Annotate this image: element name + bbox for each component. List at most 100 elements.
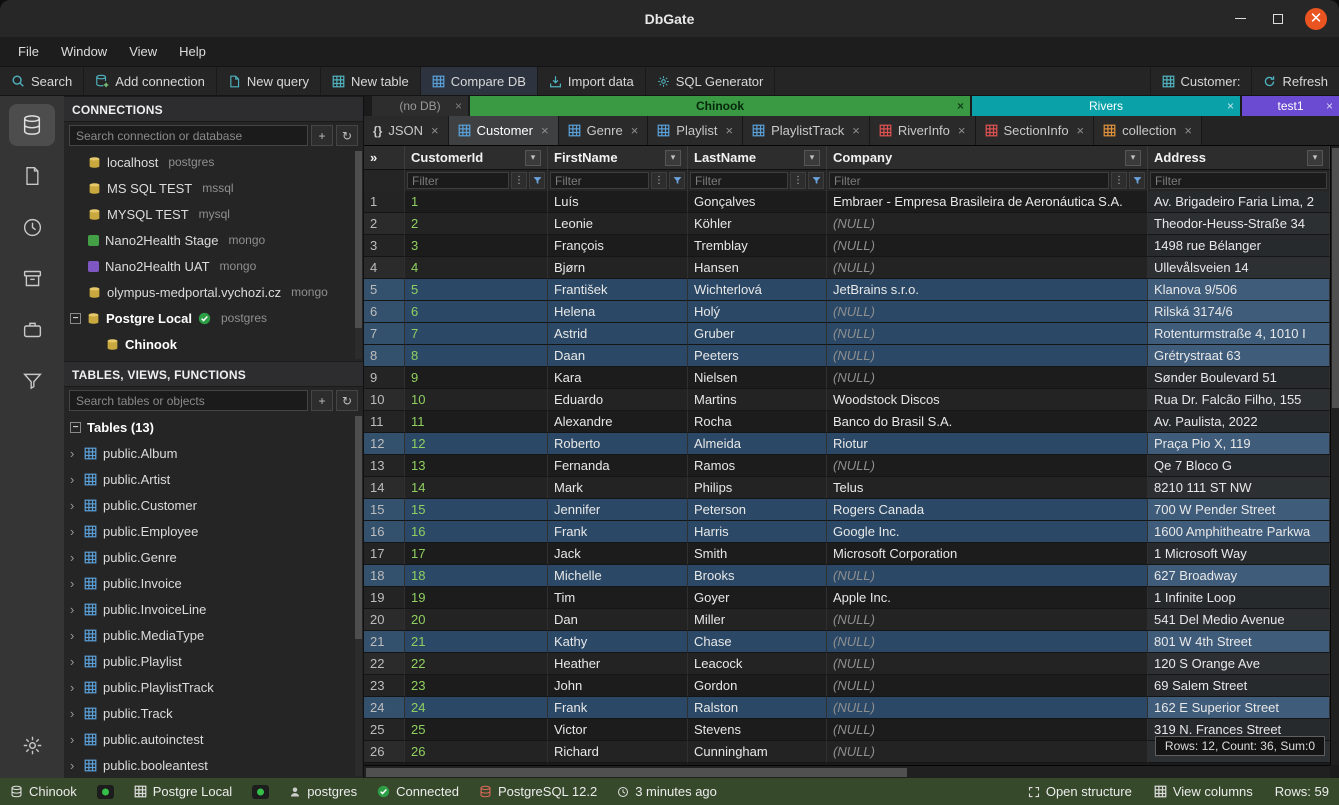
table-row[interactable]: 88DaanPeeters(NULL)Grétrystraat 63 xyxy=(364,345,1330,367)
table-item-public-customer[interactable]: ›public.Customer xyxy=(64,492,363,518)
data-cell[interactable]: (NULL) xyxy=(827,455,1148,477)
data-cell[interactable]: Av. Paulista, 2022 xyxy=(1148,411,1330,433)
filter-menu-icon[interactable]: ⋮ xyxy=(511,172,527,189)
data-cell[interactable]: Jennifer xyxy=(548,499,688,521)
table-row[interactable]: 22LeonieKöhler(NULL)Theodor-Heuss-Straße… xyxy=(364,213,1330,235)
toolbar-new-table-button[interactable]: New table xyxy=(321,67,421,95)
data-cell[interactable]: Sønder Boulevard 51 xyxy=(1148,367,1330,389)
data-cell[interactable]: 16 xyxy=(405,521,548,543)
tab-genre[interactable]: Genre× xyxy=(559,116,649,145)
data-cell[interactable]: Tim xyxy=(548,587,688,609)
table-row[interactable]: 1414MarkPhilipsTelus8210 111 ST NW xyxy=(364,477,1330,499)
data-cell[interactable]: 162 E Superior Street xyxy=(1148,697,1330,719)
data-cell[interactable]: (NULL) xyxy=(827,367,1148,389)
connections-scrollbar[interactable] xyxy=(355,151,362,359)
column-header-customerid[interactable]: CustomerId▾ xyxy=(405,146,548,170)
close-icon[interactable]: × xyxy=(1326,99,1333,113)
vertical-scrollbar-thumb[interactable] xyxy=(1332,148,1339,408)
row-number-cell[interactable]: 6 xyxy=(364,301,405,323)
table-row[interactable]: 1515JenniferPetersonRogers Canada700 W P… xyxy=(364,499,1330,521)
data-cell[interactable]: Rotenturmstraße 4, 1010 I xyxy=(1148,323,1330,345)
data-cell[interactable]: (NULL) xyxy=(827,213,1148,235)
data-cell[interactable]: Theodor-Heuss-Straße 34 xyxy=(1148,213,1330,235)
add-table-plus-button[interactable]: + xyxy=(311,390,333,411)
data-cell[interactable]: (NULL) xyxy=(827,301,1148,323)
data-cell[interactable]: Praça Pio X, 119 xyxy=(1148,433,1330,455)
status-open-structure[interactable]: Open structure xyxy=(1028,784,1132,799)
row-number-cell[interactable]: 23 xyxy=(364,675,405,697)
row-number-cell[interactable]: 9 xyxy=(364,367,405,389)
data-cell[interactable]: Qe 7 Bloco G xyxy=(1148,455,1330,477)
close-icon[interactable]: × xyxy=(631,123,639,138)
data-cell[interactable]: 541 Del Medio Avenue xyxy=(1148,609,1330,631)
table-row[interactable]: 1010EduardoMartinsWoodstock DiscosRua Dr… xyxy=(364,389,1330,411)
close-icon[interactable]: × xyxy=(725,123,733,138)
data-cell[interactable]: Miller xyxy=(688,609,827,631)
data-cell[interactable]: Rogers Canada xyxy=(827,499,1148,521)
data-cell[interactable]: Kathy xyxy=(548,631,688,653)
data-cell[interactable]: Victor xyxy=(548,719,688,741)
data-cell[interactable]: Gruber xyxy=(688,323,827,345)
filter-menu-icon[interactable]: ⋮ xyxy=(651,172,667,189)
data-cell[interactable]: Alexandre xyxy=(548,411,688,433)
row-number-cell[interactable]: 7 xyxy=(364,323,405,345)
data-cell[interactable]: 24 xyxy=(405,697,548,719)
connection-item-olympus-medportal-vychozi-cz[interactable]: olympus-medportal.vychozi.czmongo xyxy=(64,279,363,305)
row-number-cell[interactable]: 19 xyxy=(364,587,405,609)
table-row[interactable]: 2424FrankRalston(NULL)162 E Superior Str… xyxy=(364,697,1330,719)
table-item-public-track[interactable]: ›public.Track xyxy=(64,700,363,726)
data-cell[interactable]: Luís xyxy=(548,191,688,213)
tables-scrollbar-thumb[interactable] xyxy=(355,416,362,639)
data-cell[interactable]: Tremblay xyxy=(688,235,827,257)
tab-collection[interactable]: collection× xyxy=(1094,116,1202,145)
data-cell[interactable]: Av. Brigadeiro Faria Lima, 2 xyxy=(1148,191,1330,213)
filter-input-customerid[interactable] xyxy=(407,172,509,189)
connection-item-nano2health-stage[interactable]: Nano2Health Stagemongo xyxy=(64,227,363,253)
data-cell[interactable]: Grétrystraat 63 xyxy=(1148,345,1330,367)
data-cell[interactable]: 700 W Pender Street xyxy=(1148,499,1330,521)
toolbar-compare-db-button[interactable]: Compare DB xyxy=(421,67,538,95)
data-cell[interactable]: Astrid xyxy=(548,323,688,345)
row-number-cell[interactable]: 8 xyxy=(364,345,405,367)
column-header-company[interactable]: Company▾ xyxy=(827,146,1148,170)
data-cell[interactable]: Kara xyxy=(548,367,688,389)
status-view-columns[interactable]: View columns xyxy=(1154,784,1253,799)
close-icon[interactable]: × xyxy=(1227,99,1234,113)
table-row[interactable]: 2323JohnGordon(NULL)69 Salem Street xyxy=(364,675,1330,697)
toolbar-refresh-button[interactable]: Refresh xyxy=(1251,67,1339,95)
data-cell[interactable]: Martins xyxy=(688,389,827,411)
data-cell[interactable]: (NULL) xyxy=(827,323,1148,345)
data-cell[interactable]: Klanova 9/506 xyxy=(1148,279,1330,301)
collapse-icon[interactable]: − xyxy=(70,422,81,433)
row-number-cell[interactable]: 3 xyxy=(364,235,405,257)
data-cell[interactable]: Rua Dr. Falcão Filho, 155 xyxy=(1148,389,1330,411)
data-cell[interactable]: Frank xyxy=(548,697,688,719)
data-cell[interactable]: František xyxy=(548,279,688,301)
table-item-public-invoiceline[interactable]: ›public.InvoiceLine xyxy=(64,596,363,622)
data-cell[interactable]: Telus xyxy=(827,477,1148,499)
data-cell[interactable]: 801 W 4th Street xyxy=(1148,631,1330,653)
data-cell[interactable]: 23 xyxy=(405,675,548,697)
data-cell[interactable]: 6 xyxy=(405,301,548,323)
sidebar-item-files[interactable] xyxy=(9,155,55,197)
menu-item-file[interactable]: File xyxy=(8,40,49,63)
table-item-public-autoinctest[interactable]: ›public.autoinctest xyxy=(64,726,363,752)
row-number-cell[interactable]: 2 xyxy=(364,213,405,235)
data-cell[interactable]: Leonie xyxy=(548,213,688,235)
data-cell[interactable]: Wichterlová xyxy=(688,279,827,301)
row-number-cell[interactable]: 26 xyxy=(364,741,405,763)
sidebar-item-database[interactable] xyxy=(9,104,55,146)
row-number-cell[interactable]: 10 xyxy=(364,389,405,411)
data-cell[interactable]: (NULL) xyxy=(827,345,1148,367)
connections-search-input[interactable] xyxy=(69,125,308,146)
table-row[interactable]: 11LuísGonçalvesEmbraer - Empresa Brasile… xyxy=(364,191,1330,213)
data-cell[interactable]: Eduardo xyxy=(548,389,688,411)
table-row[interactable]: 55FrantišekWichterlováJetBrains s.r.o.Kl… xyxy=(364,279,1330,301)
data-cell[interactable]: Ralston xyxy=(688,697,827,719)
data-cell[interactable]: Heather xyxy=(548,653,688,675)
row-number-cell[interactable]: 4 xyxy=(364,257,405,279)
collapse-icon[interactable]: − xyxy=(70,313,81,324)
data-cell[interactable]: François xyxy=(548,235,688,257)
data-cell[interactable]: 2 xyxy=(405,213,548,235)
table-row[interactable]: 1818MichelleBrooks(NULL)627 Broadway xyxy=(364,565,1330,587)
